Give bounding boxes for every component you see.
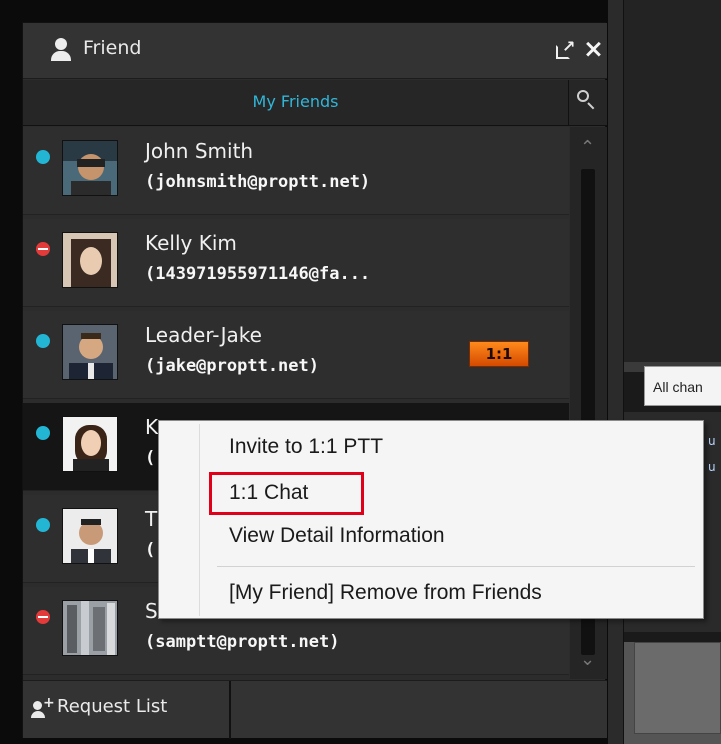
menu-item-view-detail[interactable]: View Detail Information [229, 524, 445, 548]
friend-row[interactable]: Leader-Jake (jake@proptt.net) 1:1 [23, 311, 569, 399]
background-row-marker: u [702, 434, 721, 448]
user-icon [50, 38, 72, 62]
friend-name: K [145, 415, 159, 439]
friend-window: Friend ↗ × My Friends John Smith (johnsm… [22, 22, 607, 739]
request-list-label: Request List [57, 696, 168, 717]
friend-row[interactable]: Kelly Kim (143971955971146@fa... [23, 219, 569, 307]
context-menu: Invite to 1:1 PTT 1:1 Chat View Detail I… [158, 420, 704, 619]
friend-name: Kelly Kim [145, 231, 237, 255]
status-online-icon [36, 150, 50, 164]
avatar [62, 600, 118, 656]
friend-email: (samptt@proptt.net) [145, 632, 340, 652]
search-icon[interactable] [571, 80, 605, 126]
background-bottom-area [624, 642, 721, 744]
friend-email: ( [145, 540, 156, 560]
window-title: Friend [83, 37, 142, 59]
background-app: All chan u u [608, 0, 721, 744]
background-pane-top [624, 0, 721, 362]
menu-gutter [199, 424, 200, 616]
one-to-one-badge[interactable]: 1:1 [469, 341, 529, 367]
tab-my-friends[interactable]: My Friends [23, 80, 569, 126]
friend-email: (143971955971146@fa... [145, 264, 371, 284]
status-online-icon [36, 426, 50, 440]
status-online-icon [36, 334, 50, 348]
close-icon[interactable]: × [583, 35, 604, 63]
menu-item-invite-ptt[interactable]: Invite to 1:1 PTT [229, 435, 383, 459]
popout-icon[interactable]: ↗ [556, 37, 576, 61]
avatar [62, 140, 118, 196]
chevron-up-icon[interactable]: ⌃ [580, 137, 595, 158]
tab-bar: My Friends [23, 80, 607, 126]
avatar [62, 416, 118, 472]
status-busy-icon [36, 242, 50, 256]
footer: + Request List [23, 680, 607, 739]
status-online-icon [36, 518, 50, 532]
chevron-down-icon[interactable]: ⌄ [580, 649, 595, 670]
friend-email: (jake@proptt.net) [145, 356, 319, 376]
friend-row[interactable]: John Smith (johnsmith@proptt.net) [23, 127, 569, 215]
avatar [62, 508, 118, 564]
menu-item-remove-friend[interactable]: [My Friend] Remove from Friends [229, 581, 542, 605]
add-user-icon: + [31, 695, 55, 719]
avatar [62, 232, 118, 288]
friend-email: ( [145, 448, 156, 468]
friend-name: T [145, 507, 158, 531]
friend-name: S [145, 599, 158, 623]
highlight-box [209, 472, 364, 515]
friend-name: Leader-Jake [145, 323, 262, 347]
background-divider [608, 0, 624, 744]
status-busy-icon [36, 610, 50, 624]
title-bar: Friend ↗ × [23, 23, 607, 79]
avatar [62, 324, 118, 380]
request-list-button[interactable]: + Request List [23, 681, 231, 739]
menu-separator [217, 566, 695, 567]
background-panel [634, 642, 721, 734]
friend-name: John Smith [145, 139, 254, 163]
channel-dropdown[interactable]: All chan [644, 366, 721, 406]
background-row-marker: u [702, 460, 721, 474]
friend-email: (johnsmith@proptt.net) [145, 172, 371, 192]
